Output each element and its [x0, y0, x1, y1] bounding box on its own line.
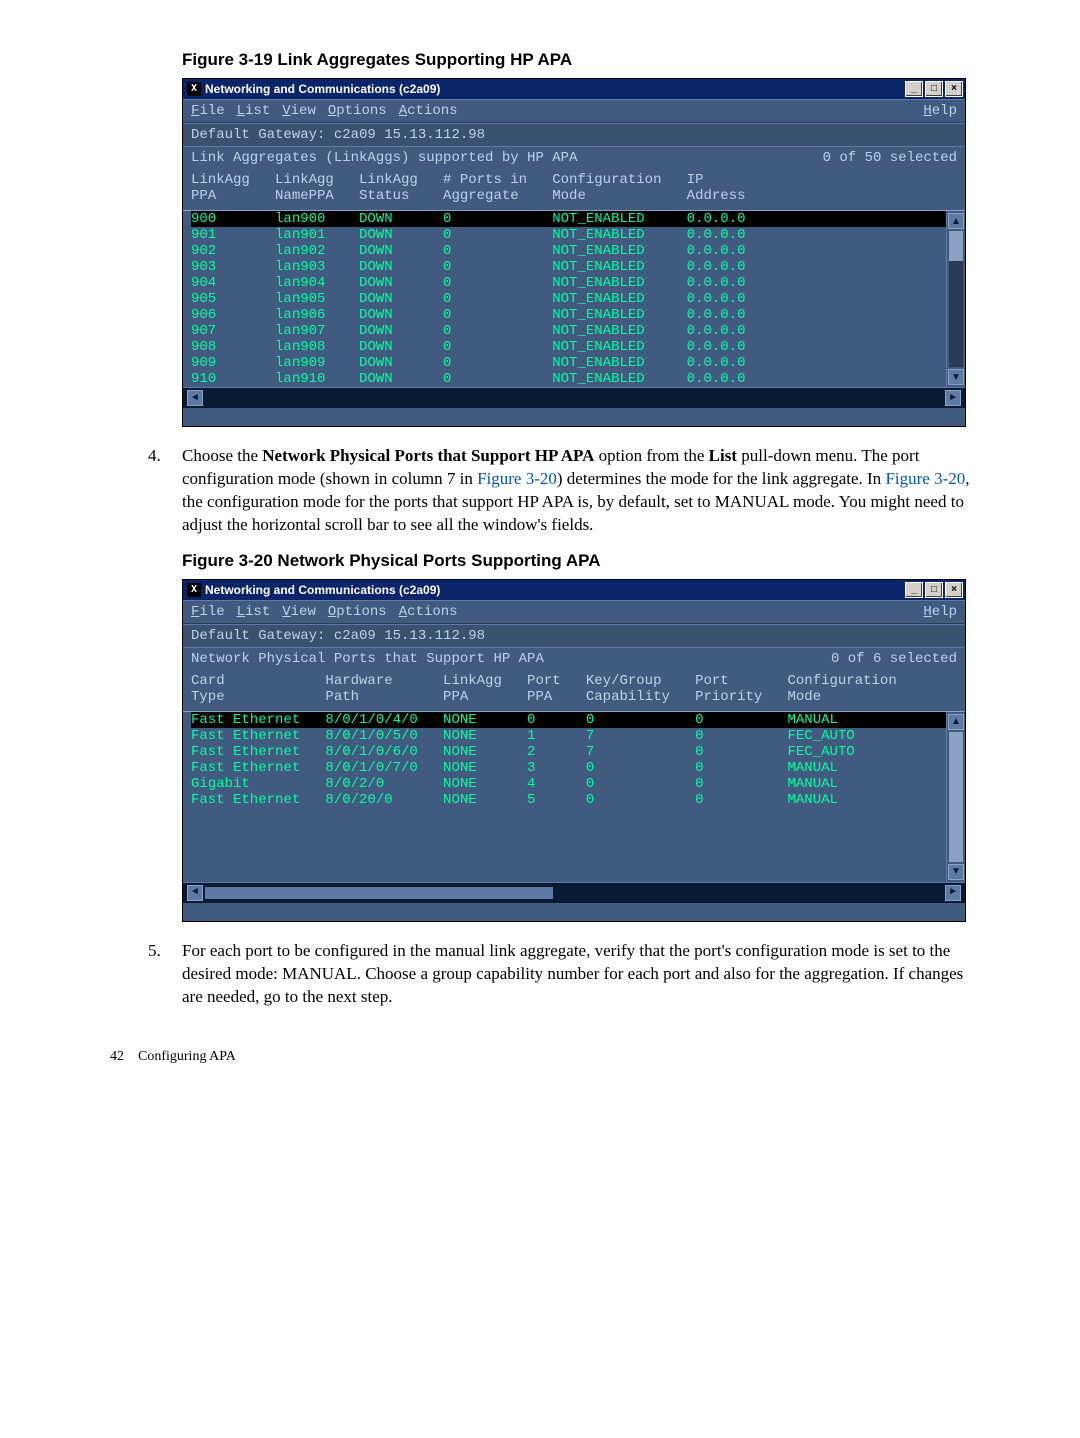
- horizontal-scrollbar[interactable]: ◄ ►: [183, 882, 965, 903]
- table-row[interactable]: Fast Ethernet 8/0/20/0 NONE 5 0 0 MANUAL: [191, 792, 946, 808]
- subheader: Link Aggregates (LinkAggs) supported by …: [183, 147, 965, 169]
- figure-3-19-caption: Figure 3-19 Link Aggregates Supporting H…: [182, 50, 970, 70]
- scroll-down-button[interactable]: ▼: [948, 864, 964, 880]
- table-row[interactable]: 908 lan908 DOWN 0 NOT_ENABLED 0.0.0.0: [191, 339, 946, 355]
- scroll-track[interactable]: [949, 231, 963, 367]
- scroll-thumb[interactable]: [949, 732, 963, 862]
- gateway-line: Default Gateway: c2a09 15.13.112.98: [183, 624, 965, 648]
- menu-bar: File List View Options Actions Help: [183, 600, 965, 624]
- table-row[interactable]: 906 lan906 DOWN 0 NOT_ENABLED 0.0.0.0: [191, 307, 946, 323]
- table-row[interactable]: 907 lan907 DOWN 0 NOT_ENABLED 0.0.0.0: [191, 323, 946, 339]
- minimize-button[interactable]: _: [905, 81, 923, 97]
- table-row[interactable]: Fast Ethernet 8/0/1/0/6/0 NONE 2 7 0 FEC…: [191, 744, 946, 760]
- menu-actions[interactable]: Actions: [399, 604, 458, 620]
- table-row[interactable]: 901 lan901 DOWN 0 NOT_ENABLED 0.0.0.0: [191, 227, 946, 243]
- scroll-left-button[interactable]: ◄: [187, 885, 203, 901]
- menu-help[interactable]: Help: [923, 103, 957, 119]
- scroll-track[interactable]: [949, 732, 963, 862]
- step-4-paragraph: 4. Choose the Network Physical Ports tha…: [182, 445, 970, 537]
- figure-3-20-link-2[interactable]: Figure 3-20: [885, 469, 965, 488]
- window-title-text: Networking and Communications (c2a09): [205, 82, 440, 96]
- table-row[interactable]: Fast Ethernet 8/0/1/0/4/0 NONE 0 0 0 MAN…: [191, 712, 946, 728]
- window-padding: [183, 408, 965, 426]
- table-row[interactable]: 900 lan900 DOWN 0 NOT_ENABLED 0.0.0.0: [191, 211, 946, 227]
- hscroll-thumb[interactable]: [205, 887, 553, 899]
- close-button[interactable]: ×: [945, 582, 963, 598]
- table-row[interactable]: Fast Ethernet 8/0/1/0/7/0 NONE 3 0 0 MAN…: [191, 760, 946, 776]
- horizontal-scrollbar[interactable]: ◄ ►: [183, 387, 965, 408]
- menu-help[interactable]: Help: [923, 604, 957, 620]
- table-row[interactable]: 903 lan903 DOWN 0 NOT_ENABLED 0.0.0.0: [191, 259, 946, 275]
- menu-list[interactable]: List: [237, 604, 271, 620]
- column-headers: LinkAgg LinkAgg LinkAgg # Ports in Confi…: [183, 169, 965, 211]
- vertical-scrollbar[interactable]: ▲ ▼: [946, 211, 965, 387]
- page-footer: 42 Configuring APA: [110, 1049, 970, 1065]
- scroll-up-button[interactable]: ▲: [948, 714, 964, 730]
- scroll-left-button[interactable]: ◄: [187, 390, 203, 406]
- menu-bar: File List View Options Actions Help: [183, 99, 965, 123]
- figure-3-20-link[interactable]: Figure 3-20: [477, 469, 557, 488]
- step-5-number: 5.: [148, 940, 161, 963]
- list-body[interactable]: Fast Ethernet 8/0/1/0/4/0 NONE 0 0 0 MAN…: [183, 712, 946, 882]
- column-headers: Card Hardware LinkAgg Port Key/Group Por…: [183, 670, 965, 712]
- table-row[interactable]: Fast Ethernet 8/0/1/0/5/0 NONE 1 7 0 FEC…: [191, 728, 946, 744]
- menu-options[interactable]: Options: [328, 604, 387, 620]
- window-padding: [183, 903, 965, 921]
- scroll-up-button[interactable]: ▲: [948, 213, 964, 229]
- menu-list[interactable]: List: [237, 103, 271, 119]
- vertical-scrollbar[interactable]: ▲ ▼: [946, 712, 965, 882]
- page-number: 42: [110, 1049, 124, 1064]
- table-row[interactable]: 910 lan910 DOWN 0 NOT_ENABLED 0.0.0.0: [191, 371, 946, 387]
- subheader-left: Link Aggregates (LinkAggs) supported by …: [191, 150, 577, 166]
- window-titlebar[interactable]: X Networking and Communications (c2a09) …: [183, 79, 965, 99]
- step-5-paragraph: 5. For each port to be configured in the…: [182, 940, 970, 1009]
- table-row[interactable]: 902 lan902 DOWN 0 NOT_ENABLED 0.0.0.0: [191, 243, 946, 259]
- subheader-right: 0 of 50 selected: [823, 150, 957, 166]
- table-row[interactable]: 909 lan909 DOWN 0 NOT_ENABLED 0.0.0.0: [191, 355, 946, 371]
- maximize-button[interactable]: □: [925, 582, 943, 598]
- menu-file[interactable]: File: [191, 103, 225, 119]
- menu-actions[interactable]: Actions: [399, 103, 458, 119]
- window-buttons: _ □ ×: [905, 81, 963, 97]
- table-row[interactable]: Gigabit 8/0/2/0 NONE 4 0 0 MANUAL: [191, 776, 946, 792]
- figure-3-20-caption: Figure 3-20 Network Physical Ports Suppo…: [182, 551, 970, 571]
- minimize-button[interactable]: _: [905, 582, 923, 598]
- table-row[interactable]: 904 lan904 DOWN 0 NOT_ENABLED 0.0.0.0: [191, 275, 946, 291]
- section-title: Configuring APA: [138, 1049, 236, 1064]
- xwindow-physical-ports: X Networking and Communications (c2a09) …: [182, 579, 966, 922]
- menu-options[interactable]: Options: [328, 103, 387, 119]
- window-titlebar[interactable]: X Networking and Communications (c2a09) …: [183, 580, 965, 600]
- col-line-1: LinkAgg LinkAgg LinkAgg # Ports in Confi…: [191, 172, 746, 188]
- gateway-line: Default Gateway: c2a09 15.13.112.98: [183, 123, 965, 147]
- menu-view[interactable]: View: [282, 103, 316, 119]
- col-line-1: Card Hardware LinkAgg Port Key/Group Por…: [191, 673, 897, 689]
- scroll-right-button[interactable]: ►: [945, 885, 961, 901]
- close-button[interactable]: ×: [945, 81, 963, 97]
- menu-file[interactable]: File: [191, 604, 225, 620]
- step-4-number: 4.: [148, 445, 161, 468]
- subheader: Network Physical Ports that Support HP A…: [183, 648, 965, 670]
- table-row[interactable]: 905 lan905 DOWN 0 NOT_ENABLED 0.0.0.0: [191, 291, 946, 307]
- x-icon: X: [187, 583, 201, 597]
- subheader-left: Network Physical Ports that Support HP A…: [191, 651, 544, 667]
- window-title-text: Networking and Communications (c2a09): [205, 583, 440, 597]
- xwindow-link-aggregates: X Networking and Communications (c2a09) …: [182, 78, 966, 427]
- col-line-2: Type Path PPA PPA Capability Priority Mo…: [191, 689, 897, 705]
- menu-view[interactable]: View: [282, 604, 316, 620]
- scroll-right-button[interactable]: ►: [945, 390, 961, 406]
- maximize-button[interactable]: □: [925, 81, 943, 97]
- window-buttons: _ □ ×: [905, 582, 963, 598]
- col-line-2: PPA NamePPA Status Aggregate Mode Addres…: [191, 188, 746, 204]
- subheader-right: 0 of 6 selected: [831, 651, 957, 667]
- list-body[interactable]: 900 lan900 DOWN 0 NOT_ENABLED 0.0.0.0901…: [183, 211, 946, 387]
- x-icon: X: [187, 82, 201, 96]
- scroll-thumb[interactable]: [949, 231, 963, 261]
- scroll-down-button[interactable]: ▼: [948, 369, 964, 385]
